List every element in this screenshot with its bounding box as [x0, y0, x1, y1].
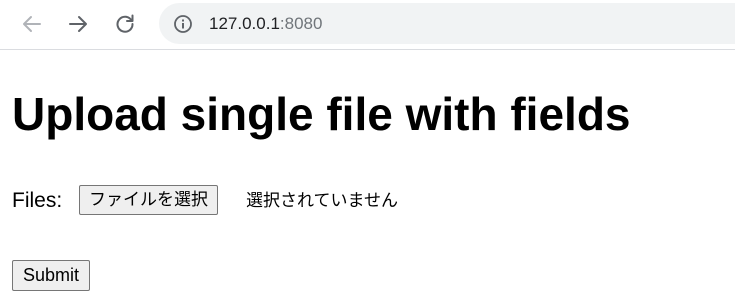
page-content: Upload single file with fields Files: ファ…: [0, 51, 735, 301]
page-title: Upload single file with fields: [12, 88, 631, 140]
submit-button[interactable]: Submit: [12, 260, 91, 291]
address-bar[interactable]: 127.0.0.1:8080: [159, 3, 735, 44]
url-port: :8080: [279, 14, 323, 33]
info-icon[interactable]: [173, 14, 193, 34]
files-label: Files:: [12, 189, 63, 212]
choose-file-button[interactable]: ファイルを選択: [79, 185, 218, 215]
back-button[interactable]: [17, 9, 47, 39]
url-text: 127.0.0.1:8080: [209, 14, 322, 34]
reload-button[interactable]: [110, 9, 140, 39]
arrow-left-icon: [21, 13, 43, 35]
forward-button[interactable]: [63, 9, 93, 39]
reload-icon: [114, 13, 136, 35]
file-status-text: 選択されていません: [246, 191, 398, 211]
browser-toolbar: 127.0.0.1:8080: [0, 0, 735, 50]
url-host: 127.0.0.1: [209, 14, 280, 33]
arrow-right-icon: [67, 13, 89, 35]
